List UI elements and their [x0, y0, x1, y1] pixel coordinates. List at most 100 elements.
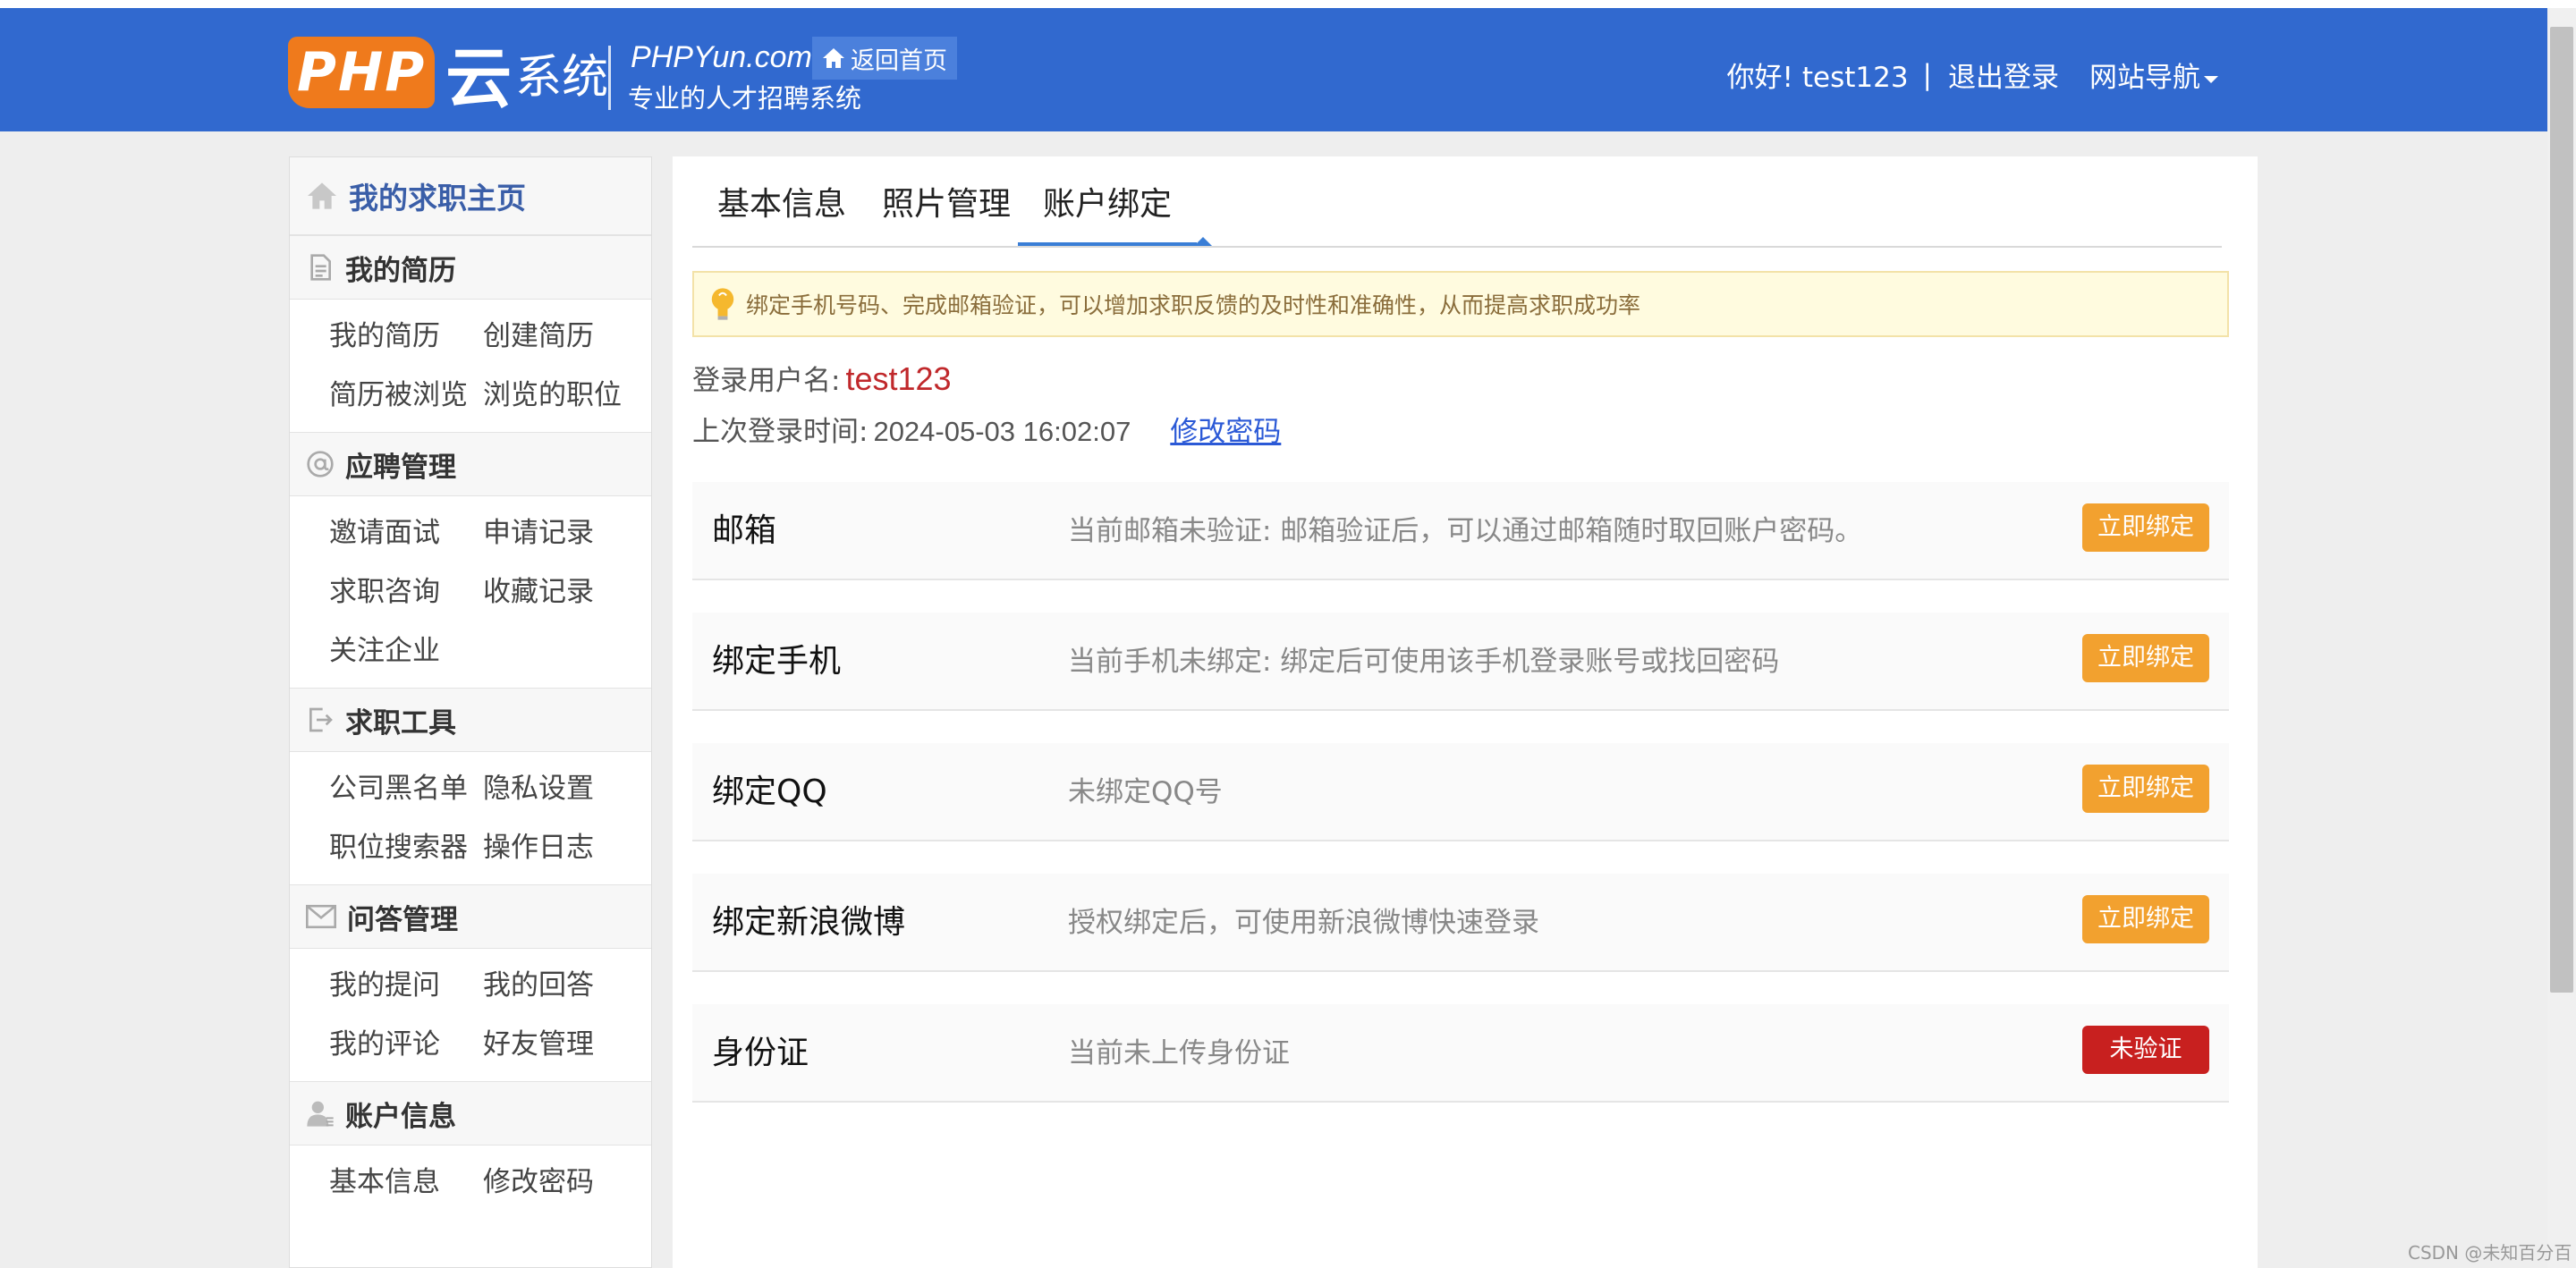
binding-row-id-card: 身份证 当前未上传身份证 未验证	[692, 1004, 2229, 1103]
sidebar-item-viewed-jobs[interactable]: 浏览的职位	[483, 375, 637, 416]
binding-description: 当前邮箱未验证: 邮箱验证后，可以通过邮箱随时取回账户密码。	[1068, 515, 1863, 547]
binding-name: 身份证	[712, 1035, 809, 1071]
sidebar-section-links: 我的简历 创建简历 简历被浏览 浏览的职位	[290, 300, 651, 432]
scrollbar-thumb[interactable]	[2550, 27, 2573, 993]
sidebar-section-links: 我的提问 我的回答 我的评论 好友管理	[290, 949, 651, 1081]
login-username-line: 登录用户名: test123	[692, 358, 952, 398]
sidebar-section-title: 问答管理	[347, 903, 458, 936]
back-home-label: 返回首页	[851, 46, 947, 75]
caret-down-icon	[2204, 75, 2218, 83]
bind-phone-button[interactable]: 立即绑定	[2082, 634, 2209, 682]
logo-yun-text: 云	[445, 39, 513, 117]
binding-row-qq: 绑定QQ 未绑定QQ号 立即绑定	[692, 743, 2229, 841]
sidebar-section-qa[interactable]: 问答管理	[290, 884, 651, 949]
logo-slogan: 专业的人才招聘系统	[628, 83, 862, 114]
sidebar-section-title: 求职工具	[345, 706, 456, 740]
sidebar-item-blacklist[interactable]: 公司黑名单	[329, 768, 483, 809]
document-icon	[310, 254, 331, 281]
sidebar-item-my-questions[interactable]: 我的提问	[329, 965, 483, 1006]
bind-email-button[interactable]: 立即绑定	[2082, 503, 2209, 552]
sidebar-section-account[interactable]: 账户信息	[290, 1081, 651, 1145]
tab-account-binding[interactable]: 账户绑定	[1018, 178, 1198, 246]
sidebar-item-friends[interactable]: 好友管理	[483, 1024, 637, 1065]
sidebar-item-favorites[interactable]: 收藏记录	[483, 571, 637, 613]
sidebar-item-my-answers[interactable]: 我的回答	[483, 965, 637, 1006]
logo-php-text: PHP	[288, 37, 436, 108]
sidebar-section-links: 基本信息 修改密码	[290, 1145, 651, 1219]
sidebar-section-links: 公司黑名单 隐私设置 职位搜索器 操作日志	[290, 752, 651, 884]
tab-bar: 基本信息 照片管理 账户绑定	[692, 156, 2222, 248]
watermark: CSDN @未知百分百	[2408, 1242, 2572, 1264]
binding-name: 邮箱	[712, 512, 777, 549]
username-value: test123	[845, 360, 952, 397]
sidebar-item-change-password[interactable]: 修改密码	[483, 1162, 637, 1203]
binding-row-email: 邮箱 当前邮箱未验证: 邮箱验证后，可以通过邮箱随时取回账户密码。 立即绑定	[692, 482, 2229, 580]
logout-link[interactable]: 退出登录	[1948, 55, 2059, 95]
binding-description: 授权绑定后，可使用新浪微博快速登录	[1068, 907, 1539, 939]
sidebar-item-basic-info[interactable]: 基本信息	[329, 1162, 483, 1203]
greeting: 你好! test123	[1727, 55, 1909, 95]
sidebar-home-title: 我的求职主页	[349, 181, 526, 216]
binding-name: 绑定QQ	[712, 773, 827, 810]
sidebar-section-applications[interactable]: 应聘管理	[290, 432, 651, 496]
sidebar-item-my-comments[interactable]: 我的评论	[329, 1024, 483, 1065]
binding-name: 绑定新浪微博	[712, 904, 906, 941]
logo-domain: PHPYun.com	[631, 40, 812, 74]
sidebar-section-title: 应聘管理	[345, 451, 456, 484]
sidebar-home[interactable]: 我的求职主页	[290, 157, 651, 235]
envelope-icon	[306, 904, 336, 929]
site-header: PHP 云 系统 PHPYun.com 专业的人才招聘系统 返回首页 你好! t…	[0, 8, 2547, 131]
logo-system-text: 系统	[515, 50, 609, 105]
sidebar-item-interview-invites[interactable]: 邀请面试	[329, 512, 483, 554]
logo-divider	[608, 46, 611, 110]
sidebar-section-resume[interactable]: 我的简历	[290, 235, 651, 300]
bind-qq-button[interactable]: 立即绑定	[2082, 765, 2209, 813]
bind-weibo-button[interactable]: 立即绑定	[2082, 895, 2209, 943]
export-icon	[309, 707, 333, 732]
sidebar-item-application-records[interactable]: 申请记录	[483, 512, 637, 554]
sidebar-item-job-searcher[interactable]: 职位搜索器	[329, 827, 483, 868]
sidebar: 我的求职主页 我的简历 我的简历 创建简历 简历被浏览 浏览的职位 应聘管理 邀…	[289, 156, 652, 1268]
binding-name: 绑定手机	[712, 643, 842, 680]
active-tab-indicator	[1194, 237, 1212, 246]
back-home-button[interactable]: 返回首页	[812, 37, 957, 80]
last-login-label: 上次登录时间:	[692, 416, 869, 448]
sidebar-section-title: 账户信息	[345, 1100, 456, 1133]
top-strip	[0, 0, 2576, 8]
sidebar-item-create-resume[interactable]: 创建简历	[483, 316, 637, 357]
sidebar-section-title: 我的简历	[345, 254, 456, 287]
lightbulb-icon	[711, 288, 734, 320]
home-icon	[308, 182, 336, 209]
sidebar-item-followed-companies[interactable]: 关注企业	[329, 630, 483, 672]
header-separator: |	[1922, 58, 1932, 91]
sidebar-item-operation-log[interactable]: 操作日志	[483, 827, 637, 868]
id-card-unverified-button[interactable]: 未验证	[2082, 1026, 2209, 1074]
site-nav-label: 网站导航	[2089, 62, 2200, 94]
binding-description: 当前手机未绑定: 绑定后可使用该手机登录账号或找回密码	[1068, 646, 1780, 678]
change-password-link[interactable]: 修改密码	[1170, 409, 1281, 449]
tab-photo-management[interactable]: 照片管理	[882, 178, 1011, 232]
user-icon	[307, 1101, 334, 1127]
header-username[interactable]: test123	[1802, 62, 1909, 94]
tab-basic-info[interactable]: 基本信息	[717, 178, 846, 232]
sidebar-item-my-resume[interactable]: 我的简历	[329, 316, 483, 357]
binding-row-phone: 绑定手机 当前手机未绑定: 绑定后可使用该手机登录账号或找回密码 立即绑定	[692, 613, 2229, 711]
tip-banner: 绑定手机号码、完成邮箱验证，可以增加求职反馈的及时性和准确性，从而提高求职成功率	[692, 271, 2229, 337]
sidebar-section-tools[interactable]: 求职工具	[290, 688, 651, 752]
sidebar-item-resume-viewed[interactable]: 简历被浏览	[329, 375, 483, 416]
binding-row-weibo: 绑定新浪微博 授权绑定后，可使用新浪微博快速登录 立即绑定	[692, 874, 2229, 972]
at-icon	[307, 451, 334, 478]
binding-description: 当前未上传身份证	[1068, 1037, 1290, 1069]
last-login-line: 上次登录时间: 2024-05-03 16:02:07 修改密码	[692, 409, 1281, 449]
sidebar-item-privacy[interactable]: 隐私设置	[483, 768, 637, 809]
sidebar-item-job-consult[interactable]: 求职咨询	[329, 571, 483, 613]
site-nav-dropdown[interactable]: 网站导航	[2089, 55, 2218, 95]
binding-description: 未绑定QQ号	[1068, 776, 1223, 808]
greeting-text: 你好!	[1726, 62, 1793, 94]
last-login-value: 2024-05-03 16:02:07	[873, 416, 1131, 447]
tip-text: 绑定手机号码、完成邮箱验证，可以增加求职反馈的及时性和准确性，从而提高求职成功率	[746, 292, 1641, 318]
main-panel: 基本信息 照片管理 账户绑定 绑定手机号码、完成邮箱验证，可以增加求职反馈的及时…	[673, 156, 2258, 1268]
sidebar-section-links: 邀请面试 申请记录 求职咨询 收藏记录 关注企业	[290, 496, 651, 688]
home-icon	[823, 48, 844, 68]
site-logo[interactable]: PHP 云 系统	[288, 31, 609, 117]
